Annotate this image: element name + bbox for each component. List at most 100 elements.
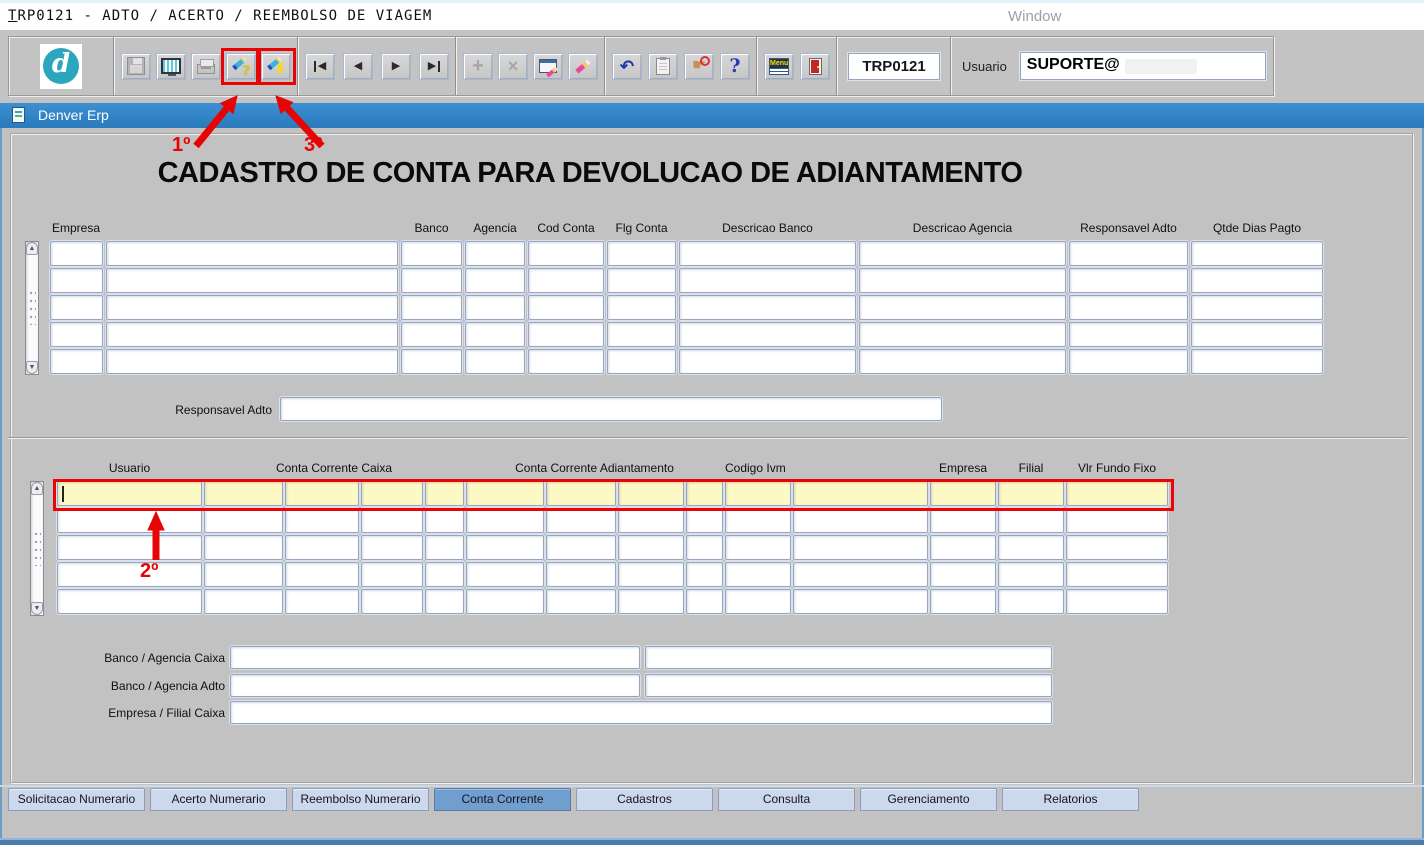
grid-cell[interactable] [106,241,398,266]
grid-cell[interactable] [546,508,616,533]
grid-cell[interactable] [425,481,464,506]
grid-cell[interactable] [998,481,1064,506]
grid-cell[interactable] [618,589,684,614]
grid-cell[interactable] [361,562,423,587]
grid-cell[interactable] [425,508,464,533]
grid-cell[interactable] [679,295,856,320]
agencia-caixa-field[interactable] [645,646,1052,669]
grid-cell[interactable] [725,562,791,587]
grid-cell[interactable] [1191,268,1323,293]
grid-cell[interactable] [679,268,856,293]
grid-cell[interactable] [57,481,202,506]
grid-cell[interactable] [859,322,1066,347]
menu-button[interactable]: Menu [764,53,794,80]
grid-cell[interactable] [859,241,1066,266]
undo-button[interactable]: ↶ [612,53,642,80]
grid-cell[interactable] [361,589,423,614]
grid-cell[interactable] [793,481,928,506]
grid-cell[interactable] [465,322,525,347]
grid-cell[interactable] [466,508,544,533]
grid-cell[interactable] [106,322,398,347]
grid-cell[interactable] [465,349,525,374]
grid-cell[interactable] [401,349,462,374]
grid-cell[interactable] [930,481,996,506]
grid-cell[interactable] [204,508,283,533]
tab-conta-corrente[interactable]: Conta Corrente [434,788,571,811]
responsavel-adto-field[interactable] [280,397,942,421]
grid-cell[interactable] [686,589,723,614]
grid-cell[interactable] [401,268,462,293]
tab-relatorios[interactable]: Relatorios [1002,788,1139,811]
grid-cell[interactable] [1069,295,1188,320]
grid-cell[interactable] [285,589,359,614]
grid-cell[interactable] [466,481,544,506]
grid-cell[interactable] [50,295,103,320]
grid-cell[interactable] [204,562,283,587]
grid-cell[interactable] [546,562,616,587]
grid-cell[interactable] [1066,508,1168,533]
grid-cell[interactable] [57,562,202,587]
tab-acerto-numerario[interactable]: Acerto Numerario [150,788,287,811]
grid-cell[interactable] [679,241,856,266]
grid-cell[interactable] [528,349,604,374]
grid-cell[interactable] [930,589,996,614]
scroll-up-arrow[interactable]: ▲ [31,482,43,495]
grid-cell[interactable] [618,535,684,560]
grid-cell[interactable] [50,322,103,347]
next-record-button[interactable]: ▶ [381,53,411,80]
agencia-adto-field[interactable] [645,674,1052,697]
grid-cell[interactable] [1069,268,1188,293]
scroll-down-arrow[interactable]: ▼ [26,361,38,374]
tab-gerenciamento[interactable]: Gerenciamento [860,788,997,811]
grid-cell[interactable] [607,349,676,374]
grid-cell[interactable] [998,562,1064,587]
grid-cell[interactable] [1066,535,1168,560]
grid-cell[interactable] [466,589,544,614]
tab-reembolso-numerario[interactable]: Reembolso Numerario [292,788,429,811]
grid-cell[interactable] [401,322,462,347]
grid-cell[interactable] [859,349,1066,374]
grid-cell[interactable] [725,535,791,560]
tab-consulta[interactable]: Consulta [718,788,855,811]
execute-query-button[interactable] [261,53,291,80]
grid-cell[interactable] [528,241,604,266]
grid-cell[interactable] [204,589,283,614]
grid-cell[interactable] [106,268,398,293]
grid-cell[interactable] [106,349,398,374]
grid-cell[interactable] [57,508,202,533]
grid-cell[interactable] [50,268,103,293]
save-button[interactable] [121,53,151,80]
grid-cell[interactable] [686,562,723,587]
keys-button[interactable]: ☛ [684,53,714,80]
grid-cell[interactable] [50,241,103,266]
grid-cell[interactable] [859,295,1066,320]
grid-cell[interactable] [607,322,676,347]
grid-cell[interactable] [793,562,928,587]
grid-cell[interactable] [686,535,723,560]
grid-cell[interactable] [425,535,464,560]
grid-cell[interactable] [607,241,676,266]
previous-record-button[interactable]: ◀ [343,53,373,80]
grid-cell[interactable] [998,535,1064,560]
grid-cell[interactable] [361,481,423,506]
enter-query-button[interactable]: ? [226,53,256,80]
display-button[interactable] [156,53,186,80]
grid-cell[interactable] [285,481,359,506]
grid-cell[interactable] [1066,481,1168,506]
grid-cell[interactable] [401,241,462,266]
grid-cell[interactable] [285,535,359,560]
window-menu-item[interactable]: Window [1008,8,1061,25]
tab-cadastros[interactable]: Cadastros [576,788,713,811]
tab-solicitacao-numerario[interactable]: Solicitacao Numerario [8,788,145,811]
grid-cell[interactable] [1066,589,1168,614]
scrollbar-track[interactable] [34,532,41,566]
users-grid-scrollbar[interactable]: ▲ ▼ [30,481,44,616]
grid-cell[interactable] [546,589,616,614]
usuario-field[interactable]: SUPORTE@ [1020,52,1266,80]
accounts-grid-scrollbar[interactable]: ▲ ▼ [25,241,39,375]
grid-cell[interactable] [528,295,604,320]
grid-cell[interactable] [679,349,856,374]
grid-cell[interactable] [1069,241,1188,266]
grid-cell[interactable] [1191,322,1323,347]
grid-cell[interactable] [1191,295,1323,320]
